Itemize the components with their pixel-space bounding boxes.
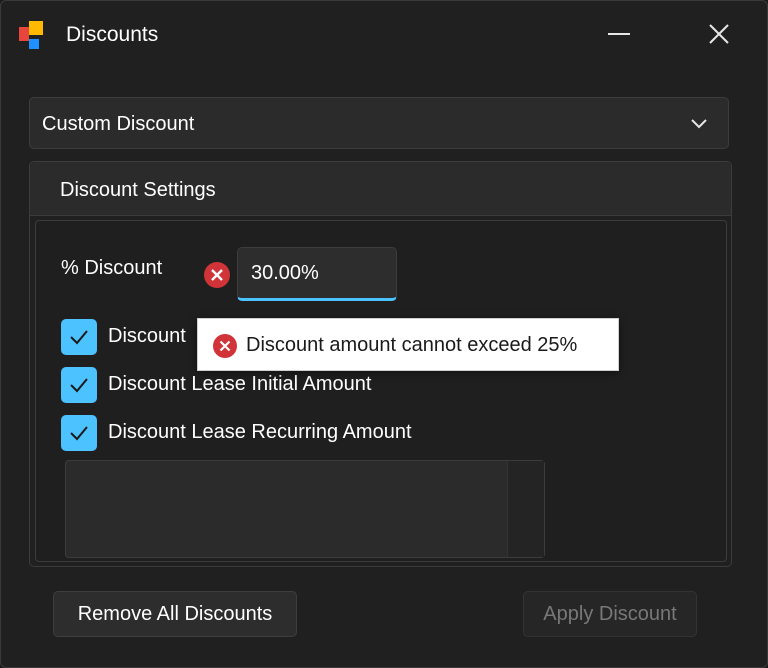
close-button[interactable] xyxy=(691,11,747,57)
dropdown-selected-value: Custom Discount xyxy=(42,113,195,135)
chevron-down-icon xyxy=(691,119,707,129)
apply-discount-button[interactable]: Apply Discount xyxy=(523,591,697,637)
window-title: Discounts xyxy=(66,23,159,46)
close-icon xyxy=(709,24,729,44)
title-bar[interactable]: Discounts xyxy=(1,1,767,69)
percent-discount-label: % Discount xyxy=(61,257,163,279)
checkbox-box[interactable] xyxy=(61,415,97,451)
discount-list-box[interactable] xyxy=(65,460,545,558)
minimize-icon xyxy=(608,33,630,35)
app-icon xyxy=(19,21,51,51)
percent-discount-input[interactable]: 30.00% xyxy=(237,247,397,301)
list-scrollbar[interactable] xyxy=(507,461,544,557)
checkmark-icon xyxy=(70,378,88,393)
error-icon xyxy=(213,334,237,358)
discount-settings-header[interactable]: Discount Settings xyxy=(30,162,731,216)
percent-discount-value: 30.00% xyxy=(251,262,319,284)
checkbox-box[interactable] xyxy=(61,367,97,403)
checkbox-label: Discount Lease Recurring Amount xyxy=(108,421,412,443)
remove-all-discounts-button[interactable]: Remove All Discounts xyxy=(53,591,297,637)
checkbox-box[interactable] xyxy=(61,319,97,355)
minimize-button[interactable] xyxy=(591,11,647,57)
discounts-window: Discounts Custom Discount Discount Setti… xyxy=(0,0,768,668)
validation-tooltip: Discount amount cannot exceed 25% xyxy=(197,318,619,371)
checkmark-icon xyxy=(70,330,88,345)
discount-type-dropdown[interactable]: Custom Discount xyxy=(29,97,729,149)
error-icon xyxy=(204,262,230,288)
checkbox-label: Discount xyxy=(108,325,186,347)
discount-settings-title: Discount Settings xyxy=(60,179,216,201)
checkbox-label: Discount Lease Initial Amount xyxy=(108,373,372,395)
tooltip-message: Discount amount cannot exceed 25% xyxy=(246,334,578,356)
checkmark-icon xyxy=(70,426,88,441)
